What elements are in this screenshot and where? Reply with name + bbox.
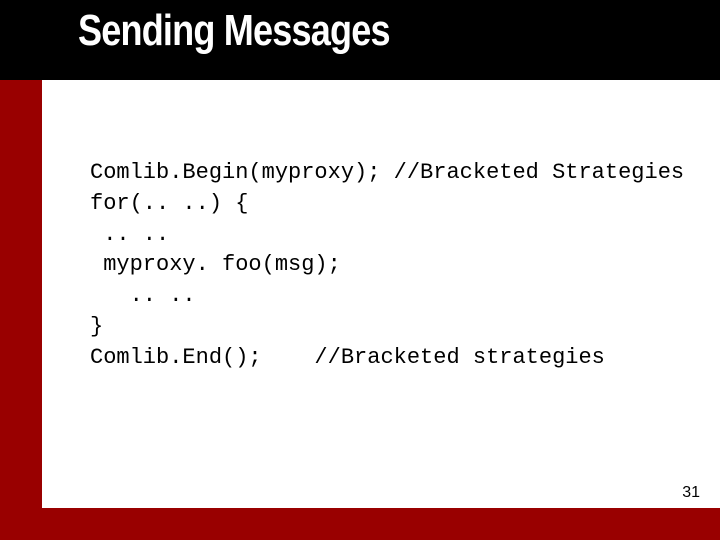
- code-line: }: [90, 314, 103, 339]
- code-block: Comlib.Begin(myproxy); //Bracketed Strat…: [90, 158, 680, 374]
- code-line: .. ..: [90, 222, 169, 247]
- page-number: 31: [682, 484, 700, 502]
- code-line: for(.. ..) {: [90, 191, 248, 216]
- code-line: Comlib.Begin(myproxy); //Bracketed Strat…: [90, 160, 684, 185]
- left-accent-bar: [0, 80, 42, 510]
- code-line: Comlib.End(); //Bracketed strategies: [90, 345, 605, 370]
- slide: Sending Messages Comlib.Begin(myproxy); …: [0, 0, 720, 540]
- code-line: myproxy. foo(msg);: [90, 252, 341, 277]
- code-line: .. ..: [90, 283, 196, 308]
- bottom-accent-bar: [0, 508, 720, 540]
- slide-title: Sending Messages: [78, 6, 390, 56]
